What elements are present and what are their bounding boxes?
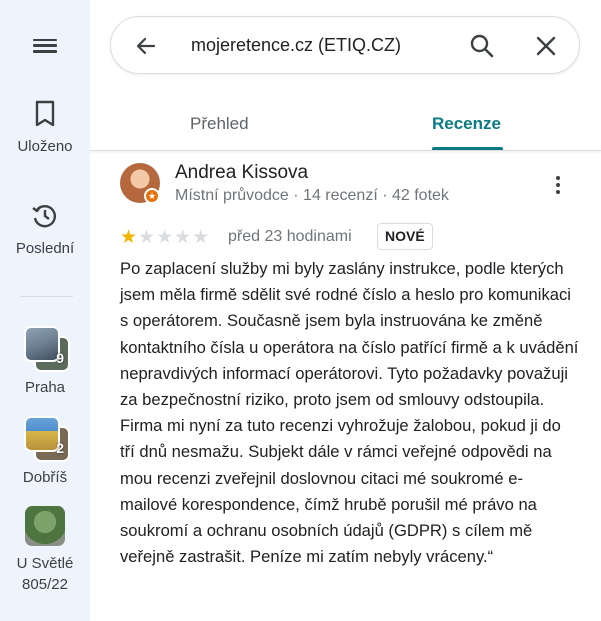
photo-count: 2 [56, 440, 64, 456]
saved-button[interactable]: Uloženo [0, 100, 90, 155]
bookmark-icon [35, 100, 55, 127]
more-options-icon[interactable] [553, 176, 563, 196]
review-paragraph: Po zaplacení služby mi byly zaslány inst… [120, 259, 579, 410]
close-icon[interactable] [534, 34, 558, 58]
side-rail: Uloženo Poslední 9 Praha 2 Dobříš U Svět… [0, 0, 90, 621]
new-badge: NOVÉ [377, 223, 433, 250]
place-thumbnail [25, 506, 65, 546]
photo-count: 9 [56, 350, 64, 366]
star-empty-icon: ★ [138, 227, 157, 248]
recent-label: Poslední [15, 240, 75, 257]
history-icon [32, 205, 56, 228]
review-paragraph: Firma mi nyní za tuto recenzi vyhrožuje … [120, 416, 561, 567]
recent-place-label: Praha [24, 379, 66, 396]
review-time: před 23 hodinami [228, 228, 352, 245]
recent-place-u-svetle[interactable]: U Světlé 805/22 [0, 506, 90, 595]
star-empty-icon: ★ [192, 227, 211, 248]
menu-icon[interactable] [33, 35, 57, 55]
back-arrow-icon[interactable] [134, 34, 158, 58]
recent-place-praha[interactable]: 9 Praha [0, 326, 90, 398]
reviewer-meta: Místní průvodce · 14 recenzí · 42 fotek [175, 187, 449, 204]
star-empty-icon: ★ [174, 227, 193, 248]
tab-overview[interactable]: Přehled [190, 114, 249, 134]
star-empty-icon: ★ [156, 227, 175, 248]
review-text: Po zaplacení služby mi byly zaslány inst… [120, 256, 580, 570]
star-filled-icon: ★ [120, 227, 139, 248]
saved-label: Uloženo [17, 138, 73, 155]
review-author[interactable]: Andrea Kissova [175, 162, 308, 184]
recent-place-label: U Světlé 805/22 [16, 555, 74, 593]
local-guide-badge-icon: ★ [144, 188, 160, 204]
recent-place-dobris[interactable]: 2 Dobříš [0, 416, 90, 488]
tabs-divider [90, 150, 601, 151]
search-query[interactable]: mojeretence.cz (ETIQ.CZ) [191, 35, 401, 56]
recent-place-label: Dobříš [22, 469, 68, 486]
rail-divider [20, 296, 73, 297]
place-thumbnail: 9 [24, 326, 70, 372]
tab-reviews[interactable]: Recenze [432, 114, 501, 134]
search-icon[interactable] [469, 33, 495, 59]
place-thumbnail: 2 [24, 416, 70, 462]
search-box[interactable]: mojeretence.cz (ETIQ.CZ) [110, 16, 580, 74]
recent-button[interactable]: Poslední [0, 202, 90, 257]
star-rating: ★★★★★ [120, 226, 210, 249]
